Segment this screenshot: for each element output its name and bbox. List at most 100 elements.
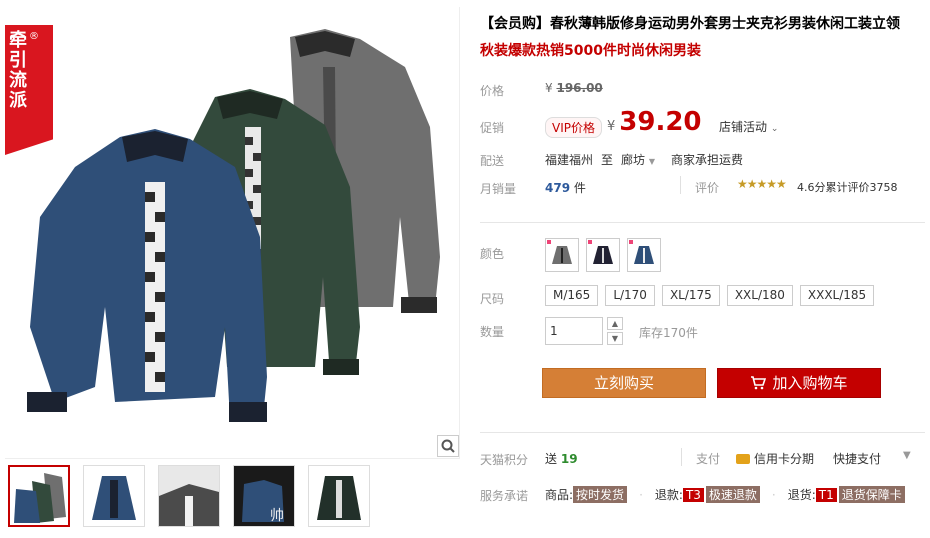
add-to-cart-button[interactable]: 加入购物车 xyxy=(717,368,881,398)
product-title: 【会员购】春秋薄韩版修身运动男外套男士夹克衫男装休闲工装立领 xyxy=(480,16,900,32)
thumbnail-strip: 帅 xyxy=(8,465,370,527)
review-label: 评价 xyxy=(695,181,720,195)
original-price-value: 196.00 xyxy=(556,81,603,95)
quantity-increase-button[interactable]: ▲ xyxy=(607,317,623,330)
caret-down-icon: ▼ xyxy=(648,157,656,166)
ribbon-char: 派 xyxy=(9,90,27,111)
separator-dot: · xyxy=(639,487,643,502)
rating-stars-icon: ★★★★★ xyxy=(737,177,787,191)
svg-text:帅: 帅 xyxy=(270,508,284,524)
monthly-sales-label: 月销量 xyxy=(480,182,517,196)
service-promise-label: 服务承诺 xyxy=(480,489,529,503)
yen-symbol: ¥ xyxy=(545,81,553,95)
ship-to-word: 至 xyxy=(601,153,614,167)
payment-label: 支付 xyxy=(696,452,721,466)
ship-from: 福建福州 xyxy=(545,153,594,167)
promise-fast-refund-badge[interactable]: 极速退款 xyxy=(705,486,760,503)
divider xyxy=(681,448,682,466)
size-option[interactable]: L/170 xyxy=(605,285,655,306)
current-price-value: 39.20 xyxy=(619,107,702,137)
product-gallery: 牵 ® 引 流 派 帅 xyxy=(0,0,463,538)
credit-installment-label: 信用卡分期 xyxy=(754,452,815,466)
quantity-input[interactable] xyxy=(545,317,603,345)
size-option[interactable]: XXXL/185 xyxy=(799,285,875,306)
section-divider xyxy=(480,222,925,223)
thumbnail-1[interactable] xyxy=(8,465,70,527)
thumbnail-blue-jacket-image xyxy=(84,466,144,526)
color-swatch-black[interactable] xyxy=(586,238,620,272)
points-value: 19 xyxy=(560,452,578,466)
magnifier-icon xyxy=(441,439,455,453)
black-jacket-icon xyxy=(593,246,613,264)
color-label: 颜色 xyxy=(480,247,505,261)
promise-refund-prefix: 退款: xyxy=(654,488,683,502)
points-label: 天猫积分 xyxy=(480,453,529,467)
promise-on-time-badge[interactable]: 按时发货 xyxy=(573,486,628,503)
blue-jacket-icon xyxy=(634,246,654,264)
size-option[interactable]: XXL/180 xyxy=(726,285,793,306)
product-subtitle: 秋装爆款热销5000件时尚休闲男装 xyxy=(480,43,701,59)
monthly-sales: 479 件 xyxy=(545,179,586,196)
gray-jacket-icon xyxy=(552,246,572,264)
blue-jacket-image xyxy=(27,129,267,422)
ship-destination: 廊坊 xyxy=(621,153,646,167)
ribbon-char: 牵 xyxy=(9,30,27,51)
color-options xyxy=(545,238,661,272)
promo-label: 促销 xyxy=(480,121,505,135)
quick-pay-link[interactable]: 快捷支付 xyxy=(833,450,881,467)
monthly-sales-count: 479 xyxy=(545,181,571,195)
size-label: 尺码 xyxy=(480,292,505,306)
ship-destination-select[interactable]: 廊坊 ▼ xyxy=(621,151,655,168)
ribbon-char: 引 xyxy=(9,50,27,71)
thumbnail-2[interactable] xyxy=(83,465,145,527)
thumbnail-4[interactable]: 帅 xyxy=(233,465,295,527)
promise-return-code: T1 xyxy=(815,487,837,502)
quantity-label: 数量 xyxy=(480,325,505,339)
original-price: ¥ 196.00 xyxy=(545,81,603,95)
thumbnail-black-jacket-image xyxy=(309,466,369,526)
size-options: M/165 L/170 XL/175 XXL/180 XXXL/185 xyxy=(545,285,875,306)
service-promises: 商品: 按时发货 · 退款: T3 极速退款 · 退货: T1 退货保障卡 xyxy=(545,486,905,503)
size-option[interactable]: XL/175 xyxy=(661,285,720,306)
shipping-fee: 商家承担运费 xyxy=(671,153,744,167)
shipping-info: 福建福州 至 廊坊 ▼ 商家承担运费 xyxy=(545,151,743,168)
shipping-label: 配送 xyxy=(480,154,505,168)
shop-activity-dropdown[interactable]: 店铺活动 ⌄ xyxy=(719,118,778,135)
review-summary[interactable]: 4.6分累计评价3758 xyxy=(797,179,898,195)
thumbnail-3[interactable] xyxy=(158,465,220,527)
price-label: 价格 xyxy=(480,84,505,98)
color-swatch-gray[interactable] xyxy=(545,238,579,272)
thumbnail-5[interactable] xyxy=(308,465,370,527)
caret-down-icon[interactable]: ▼ xyxy=(903,450,911,461)
registered-mark: ® xyxy=(29,31,39,42)
chevron-down-icon: ⌄ xyxy=(770,124,779,134)
zoom-button[interactable] xyxy=(437,435,459,457)
vip-price-tag: VIP价格 xyxy=(545,117,602,138)
divider xyxy=(680,176,681,194)
monthly-sales-unit: 件 xyxy=(573,181,586,195)
points-info: 送 19 xyxy=(545,450,578,467)
buy-now-label: 立刻购买 xyxy=(593,374,654,392)
section-divider xyxy=(480,432,925,433)
buy-now-button[interactable]: 立刻购买 xyxy=(542,368,706,398)
cart-icon xyxy=(751,376,767,390)
credit-card-icon xyxy=(736,453,750,464)
separator-dot: · xyxy=(771,487,776,502)
credit-installment-link[interactable]: 信用卡分期 xyxy=(736,450,814,467)
promise-refund-code: T3 xyxy=(682,487,704,502)
promise-return-prefix: 退货: xyxy=(787,488,816,502)
promise-return-card-badge[interactable]: 退货保障卡 xyxy=(838,486,905,503)
caret-up-icon: ▲ xyxy=(611,319,619,328)
size-option[interactable]: M/165 xyxy=(545,285,599,306)
quantity-decrease-button[interactable]: ▼ xyxy=(607,332,623,345)
brand-ribbon: 牵 ® 引 流 派 xyxy=(5,25,53,155)
ribbon-char: 流 xyxy=(9,70,27,91)
stock-count: 库存170件 xyxy=(639,326,698,340)
thumbnail-promo-image: 帅 xyxy=(234,466,294,526)
color-swatch-blue[interactable] xyxy=(627,238,661,272)
yen-symbol: ¥ xyxy=(607,119,616,134)
thumbnail-jackets-image xyxy=(10,467,68,525)
promise-goods-prefix: 商品: xyxy=(545,488,574,502)
current-price: ¥39.20 xyxy=(607,107,702,137)
main-product-image[interactable] xyxy=(5,7,460,459)
